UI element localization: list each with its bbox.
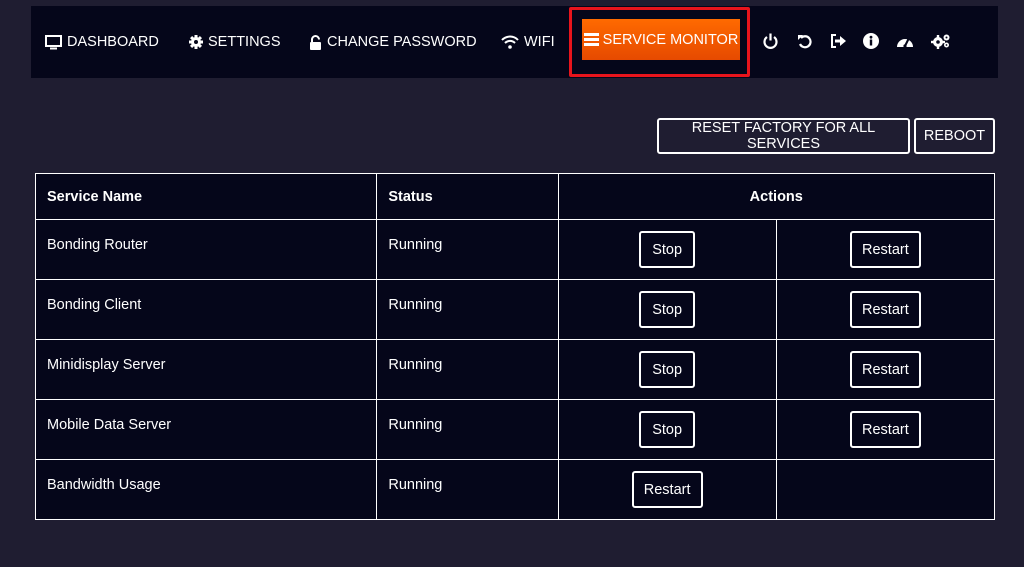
speedometer-icon[interactable]: [894, 30, 916, 52]
reboot-button[interactable]: REBOOT: [914, 118, 995, 154]
nav-change-password[interactable]: CHANGE PASSWORD: [309, 6, 477, 78]
restart-button[interactable]: Restart: [849, 231, 921, 268]
stop-button[interactable]: Stop: [639, 411, 696, 448]
service-status: Running: [376, 339, 559, 400]
top-navbar: DASHBOARD SETTINGS CHANGE PASSWORD WIFI …: [31, 6, 998, 78]
stop-button[interactable]: Stop: [639, 231, 696, 268]
sign-out-icon[interactable]: [827, 30, 849, 52]
service-name: Minidisplay Server: [34, 339, 378, 400]
nav-wifi-label: WIFI: [524, 34, 555, 50]
monitor-icon: [45, 34, 62, 49]
service-name: Bonding Client: [34, 279, 378, 340]
restart-button[interactable]: Restart: [849, 351, 921, 388]
service-status: Running: [376, 399, 559, 460]
nav-settings[interactable]: SETTINGS: [189, 6, 281, 78]
wifi-icon: [501, 35, 519, 49]
service-table: Service Name Status Actions Bonding Rout…: [34, 173, 996, 520]
nav-dashboard-label: DASHBOARD: [67, 34, 159, 50]
service-name: Bonding Router: [34, 219, 378, 280]
power-icon[interactable]: [759, 30, 781, 52]
header-service-name: Service Name: [34, 173, 378, 220]
unlock-icon: [310, 34, 321, 50]
nav-change-password-label: CHANGE PASSWORD: [327, 34, 477, 50]
gear-icon: [189, 35, 203, 49]
header-actions: Actions: [557, 173, 996, 220]
info-icon[interactable]: [860, 30, 882, 52]
service-name: Mobile Data Server: [34, 399, 378, 460]
reset-factory-button[interactable]: RESET FACTORY FOR ALL SERVICES: [657, 118, 910, 154]
nav-dashboard[interactable]: DASHBOARD: [45, 6, 159, 78]
undo-icon[interactable]: [793, 30, 815, 52]
nav-settings-label: SETTINGS: [208, 34, 281, 50]
service-status: Running: [376, 219, 559, 280]
header-status: Status: [376, 173, 559, 220]
stop-button[interactable]: Stop: [639, 351, 696, 388]
nav-service-monitor-label: SERVICE MONITOR: [602, 31, 739, 48]
empty-action-cell: [775, 459, 996, 520]
service-status: Running: [376, 279, 559, 340]
list-icon: [583, 33, 599, 46]
table-row: Minidisplay Server Running Stop Restart: [34, 339, 996, 400]
restart-button[interactable]: Restart: [631, 471, 703, 508]
table-row: Bonding Router Running Stop Restart: [34, 219, 996, 280]
table-row: Bonding Client Running Stop Restart: [34, 279, 996, 340]
table-row: Mobile Data Server Running Stop Restart: [34, 399, 996, 460]
service-status: Running: [376, 459, 559, 520]
table-row: Bandwidth Usage Running Restart: [34, 459, 996, 520]
restart-button[interactable]: Restart: [849, 411, 921, 448]
nav-service-monitor[interactable]: SERVICE MONITOR: [582, 19, 740, 60]
restart-button[interactable]: Restart: [849, 291, 921, 328]
cogs-icon[interactable]: [930, 30, 952, 52]
stop-button[interactable]: Stop: [639, 291, 696, 328]
nav-wifi[interactable]: WIFI: [501, 6, 555, 78]
table-header-row: Service Name Status Actions: [34, 173, 996, 220]
service-name: Bandwidth Usage: [34, 459, 378, 520]
